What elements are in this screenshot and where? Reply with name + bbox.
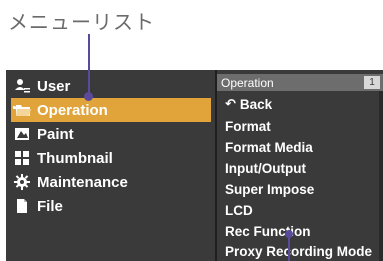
thumbnail-icon	[13, 149, 31, 167]
submenu-item-input-output-label: Input/Output	[225, 160, 306, 176]
gear-icon	[13, 173, 31, 191]
submenu-pane: Operation 1 ↶ Back Format Format Media I…	[217, 70, 383, 261]
menu-item-operation[interactable]: Operation	[11, 98, 211, 122]
submenu-item-back[interactable]: ↶ Back	[225, 94, 383, 114]
submenu-item-format[interactable]: Format	[225, 116, 383, 136]
menu-item-paint-label: Paint	[37, 125, 74, 143]
menu-item-paint[interactable]: Paint	[11, 122, 211, 146]
submenu-item-super-impose[interactable]: Super Impose	[225, 179, 383, 199]
page-number-badge: 1	[364, 76, 380, 89]
main-menu: User Operation Paint Thumbnail Maintenan…	[6, 70, 212, 261]
callout-leader-dot	[84, 92, 93, 101]
user-icon	[13, 77, 31, 95]
submenu-item-rec-function-label: Rec Function	[225, 223, 311, 239]
submenu-item-rec-function[interactable]: Rec Function	[225, 221, 383, 241]
submenu-item-format-media-label: Format Media	[225, 139, 313, 155]
submenu-item-format-label: Format	[225, 118, 271, 134]
menu-item-thumbnail-label: Thumbnail	[37, 149, 113, 167]
submenu-item-back-label: Back	[239, 96, 273, 112]
submenu-leader-line	[288, 236, 290, 261]
submenu-item-format-media[interactable]: Format Media	[225, 137, 383, 157]
paint-icon	[13, 125, 31, 143]
menu-screen: User Operation Paint Thumbnail Maintenan…	[6, 70, 383, 261]
submenu-item-super-impose-label: Super Impose	[225, 181, 315, 197]
menu-item-maintenance[interactable]: Maintenance	[11, 170, 211, 194]
back-arrow-icon: ↶	[225, 96, 236, 111]
submenu-scrollbar[interactable]	[379, 91, 383, 261]
menu-item-file[interactable]: File	[11, 194, 211, 218]
submenu-item-lcd[interactable]: LCD	[225, 200, 383, 220]
menu-item-file-label: File	[37, 197, 63, 215]
menu-item-operation-label: Operation	[37, 101, 108, 119]
submenu-item-proxy-recording-mode[interactable]: Proxy Recording Mode	[225, 241, 383, 261]
menu-item-maintenance-label: Maintenance	[37, 173, 128, 191]
submenu-header: Operation 1	[217, 74, 383, 91]
submenu-item-input-output[interactable]: Input/Output	[225, 158, 383, 178]
file-icon	[13, 197, 31, 215]
menu-item-user-label: User	[37, 77, 71, 95]
callout-leader-line	[88, 34, 90, 96]
submenu-leader-dot	[285, 230, 293, 238]
menu-list-callout: メニューリスト	[8, 10, 155, 34]
submenu-item-proxy-recording-mode-label: Proxy Recording Mode	[225, 243, 373, 259]
submenu-header-title: Operation	[221, 75, 274, 90]
folder-open-icon	[13, 101, 31, 119]
menu-item-user[interactable]: User	[11, 74, 211, 98]
submenu-item-lcd-label: LCD	[225, 202, 253, 218]
menu-item-thumbnail[interactable]: Thumbnail	[11, 146, 211, 170]
